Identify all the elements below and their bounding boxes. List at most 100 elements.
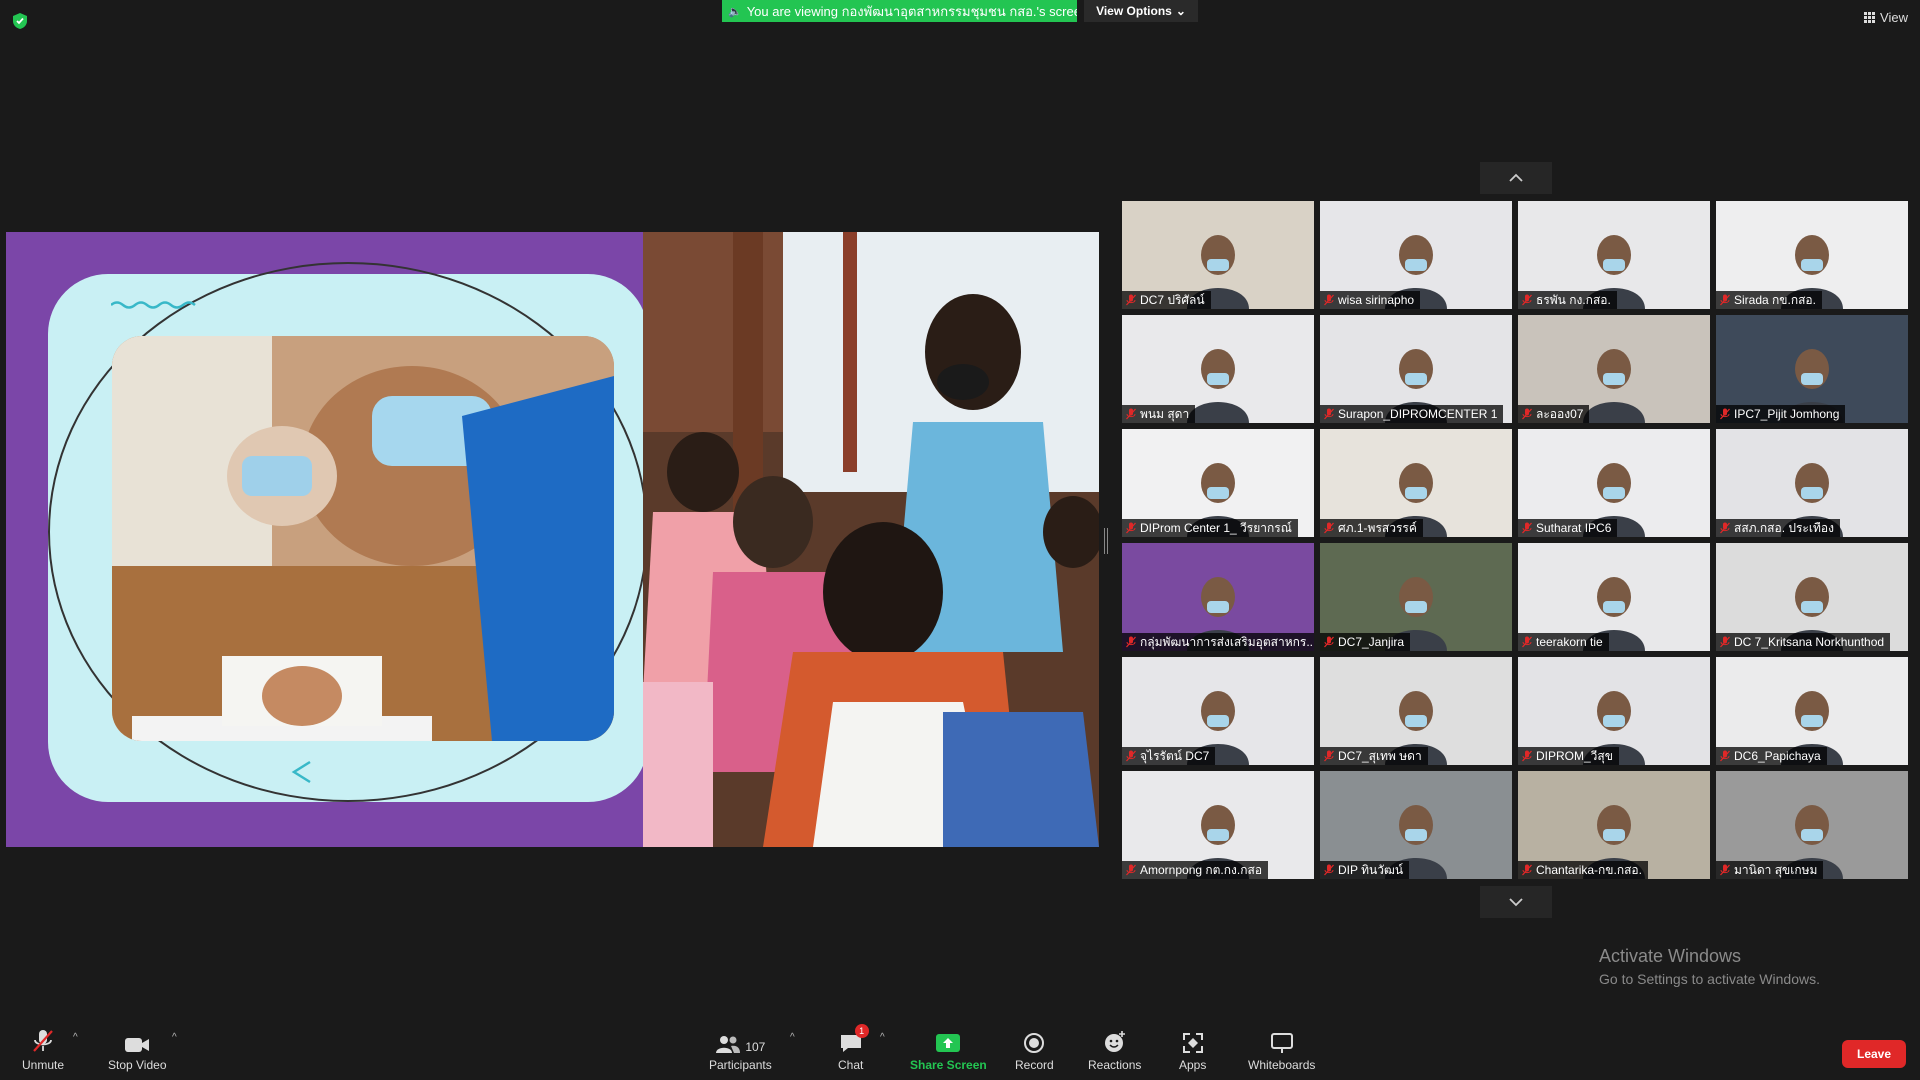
participant-name: teerakorn tie [1536,635,1603,649]
participants-icon [716,1036,741,1053]
split-resize-handle[interactable] [1104,528,1108,554]
record-button[interactable]: Record [1015,1028,1054,1072]
participant-tile[interactable]: ศภ.1-พรสวรรค์ [1320,429,1512,537]
participant-name-tag: ละออง07 [1518,405,1590,423]
mic-muted-icon [1126,864,1136,876]
participant-name-tag: จุไรรัตน์ DC7 [1122,747,1216,765]
participant-name: พนม สุดา [1140,406,1190,421]
unmute-button[interactable]: Unmute [22,1028,64,1072]
participant-name: Sutharat IPC6 [1536,521,1612,535]
gallery-prev-page-button[interactable] [1480,162,1552,194]
reactions-button[interactable]: Reactions [1088,1028,1141,1072]
share-banner-text: You are viewing กองพัฒนาอุตสาหกรรมชุมชน … [746,3,1077,19]
chevron-down-icon [1509,898,1523,907]
participant-tile[interactable]: DC7 ปริศัลน์ [1122,201,1314,309]
security-shield-icon[interactable] [12,12,28,30]
mic-muted-icon [1720,864,1730,876]
participant-tile[interactable]: Sutharat IPC6 [1518,429,1710,537]
participant-tile[interactable]: ธรพัน กง.กสอ. [1518,201,1710,309]
mic-muted-icon [1720,636,1730,648]
apps-button[interactable]: Apps [1179,1028,1206,1072]
participant-name: ธรพัน กง.กสอ. [1536,292,1611,307]
participant-name-tag: พนม สุดา [1122,405,1196,423]
participant-tile[interactable]: Surapon_DIPROMCENTER 1 [1320,315,1512,423]
chat-options-caret[interactable]: ^ [880,1032,885,1043]
participant-tile[interactable]: DC6_Papichaya [1716,657,1908,765]
mic-muted-icon [1324,522,1334,534]
participant-name: Chantarika-กข.กสอ. [1536,862,1642,877]
participant-tile[interactable]: DIProm Center 1_ วีรยากรณ์ [1122,429,1314,537]
whiteboards-button[interactable]: Whiteboards [1248,1028,1315,1072]
participant-name: สสภ.กสอ. ประเทือง [1734,520,1834,535]
meeting-window: 🔈 You are viewing กองพัฒนาอุตสาหกรรมชุมช… [0,0,1920,1080]
participant-name: มานิดา สุขเกษม [1734,862,1818,877]
mic-muted-icon [1522,636,1532,648]
mic-muted-icon [1720,294,1730,306]
participant-tile[interactable]: teerakorn tie [1518,543,1710,651]
participant-tile[interactable]: ละออง07 [1518,315,1710,423]
speaker-icon: 🔈 [728,5,742,18]
participant-tile[interactable]: Sirada กข.กสอ. [1716,201,1908,309]
mic-muted-icon [1324,864,1334,876]
gallery-next-page-button[interactable] [1480,886,1552,918]
shared-screen [6,232,1099,847]
participant-name: DC7 ปริศัลน์ [1140,292,1205,307]
mic-muted-icon [1720,750,1730,762]
participant-name: กลุ่มพัฒนาการส่งเสริมอุตสาหกร... [1140,634,1314,649]
participant-gallery: DC7 ปริศัลน์ wisa sirinapho ธรพัน กง.กสอ. S… [1122,201,1914,881]
triangle-decoration [291,760,311,784]
participants-label: Participants [709,1058,772,1072]
record-icon [1024,1033,1045,1053]
participant-tile[interactable]: DIPROM_วีสุข [1518,657,1710,765]
participant-tile[interactable]: wisa sirinapho [1320,201,1512,309]
participant-tile[interactable]: DC7_Janjira [1320,543,1512,651]
mic-muted-icon [1720,522,1730,534]
mic-muted-icon [1126,294,1136,306]
mic-muted-icon [1324,294,1334,306]
participant-name: DIPROM_วีสุข [1536,748,1613,763]
view-options-button[interactable]: View Options ⌄ [1084,0,1198,22]
participant-tile[interactable]: DC7_สุเทพ ษดา [1320,657,1512,765]
participant-name-tag: DC 7_Kritsana Norkhunthod [1716,633,1891,651]
participant-name: DC6_Papichaya [1734,749,1821,763]
squiggle-decoration [111,301,196,309]
video-options-caret[interactable]: ^ [172,1032,177,1043]
participant-tile[interactable]: จุไรรัตน์ DC7 [1122,657,1314,765]
chat-button[interactable]: 1 Chat [838,1024,869,1072]
apps-label: Apps [1179,1058,1207,1072]
mic-muted-icon [1522,750,1532,762]
mic-muted-icon [1324,408,1334,420]
participant-name-tag: มานิดา สุขเกษม [1716,861,1824,879]
participant-name-tag: ศภ.1-พรสวรรค์ [1320,519,1423,537]
participant-tile[interactable]: DC 7_Kritsana Norkhunthod [1716,543,1908,651]
view-button[interactable]: View [1864,10,1908,25]
participant-name-tag: Sutharat IPC6 [1518,519,1618,537]
participant-name-tag: teerakorn tie [1518,633,1609,651]
mic-muted-icon [1324,750,1334,762]
share-screen-button[interactable]: Share Screen [910,1028,987,1072]
stop-video-button[interactable]: Stop Video [108,1028,167,1072]
participants-button[interactable]: 107 Participants [709,1028,772,1072]
mic-muted-icon [1126,636,1136,648]
participant-name: DIP ทินวัฒน์ [1338,862,1404,877]
audio-options-caret[interactable]: ^ [73,1032,78,1043]
meeting-toolbar: Unmute ^ Stop Video ^ 107 Participants ^… [0,1020,1920,1080]
mic-muted-icon [1126,408,1136,420]
participant-name-tag: DIProm Center 1_ วีรยากรณ์ [1122,519,1298,537]
participant-tile[interactable]: พนม สุดา [1122,315,1314,423]
participant-name: จุไรรัตน์ DC7 [1140,748,1210,763]
mic-muted-icon [1126,750,1136,762]
participants-options-caret[interactable]: ^ [790,1032,795,1043]
leave-button[interactable]: Leave [1842,1040,1906,1068]
participant-tile[interactable]: สสภ.กสอ. ประเทือง [1716,429,1908,537]
participant-tile[interactable]: Chantarika-กข.กสอ. [1518,771,1710,879]
participant-name-tag: IPC7_Pijit Jomhong [1716,405,1846,423]
participant-tile[interactable]: กลุ่มพัฒนาการส่งเสริมอุตสาหกร... [1122,543,1314,651]
participant-tile[interactable]: IPC7_Pijit Jomhong [1716,315,1908,423]
participant-name: wisa sirinapho [1338,293,1415,307]
participant-name: DIProm Center 1_ วีรยากรณ์ [1140,520,1292,535]
participant-tile[interactable]: DIP ทินวัฒน์ [1320,771,1512,879]
participant-tile[interactable]: Amornpong กต.กง.กสอ [1122,771,1314,879]
participant-tile[interactable]: มานิดา สุขเกษม [1716,771,1908,879]
participant-name-tag: Chantarika-กข.กสอ. [1518,861,1648,879]
